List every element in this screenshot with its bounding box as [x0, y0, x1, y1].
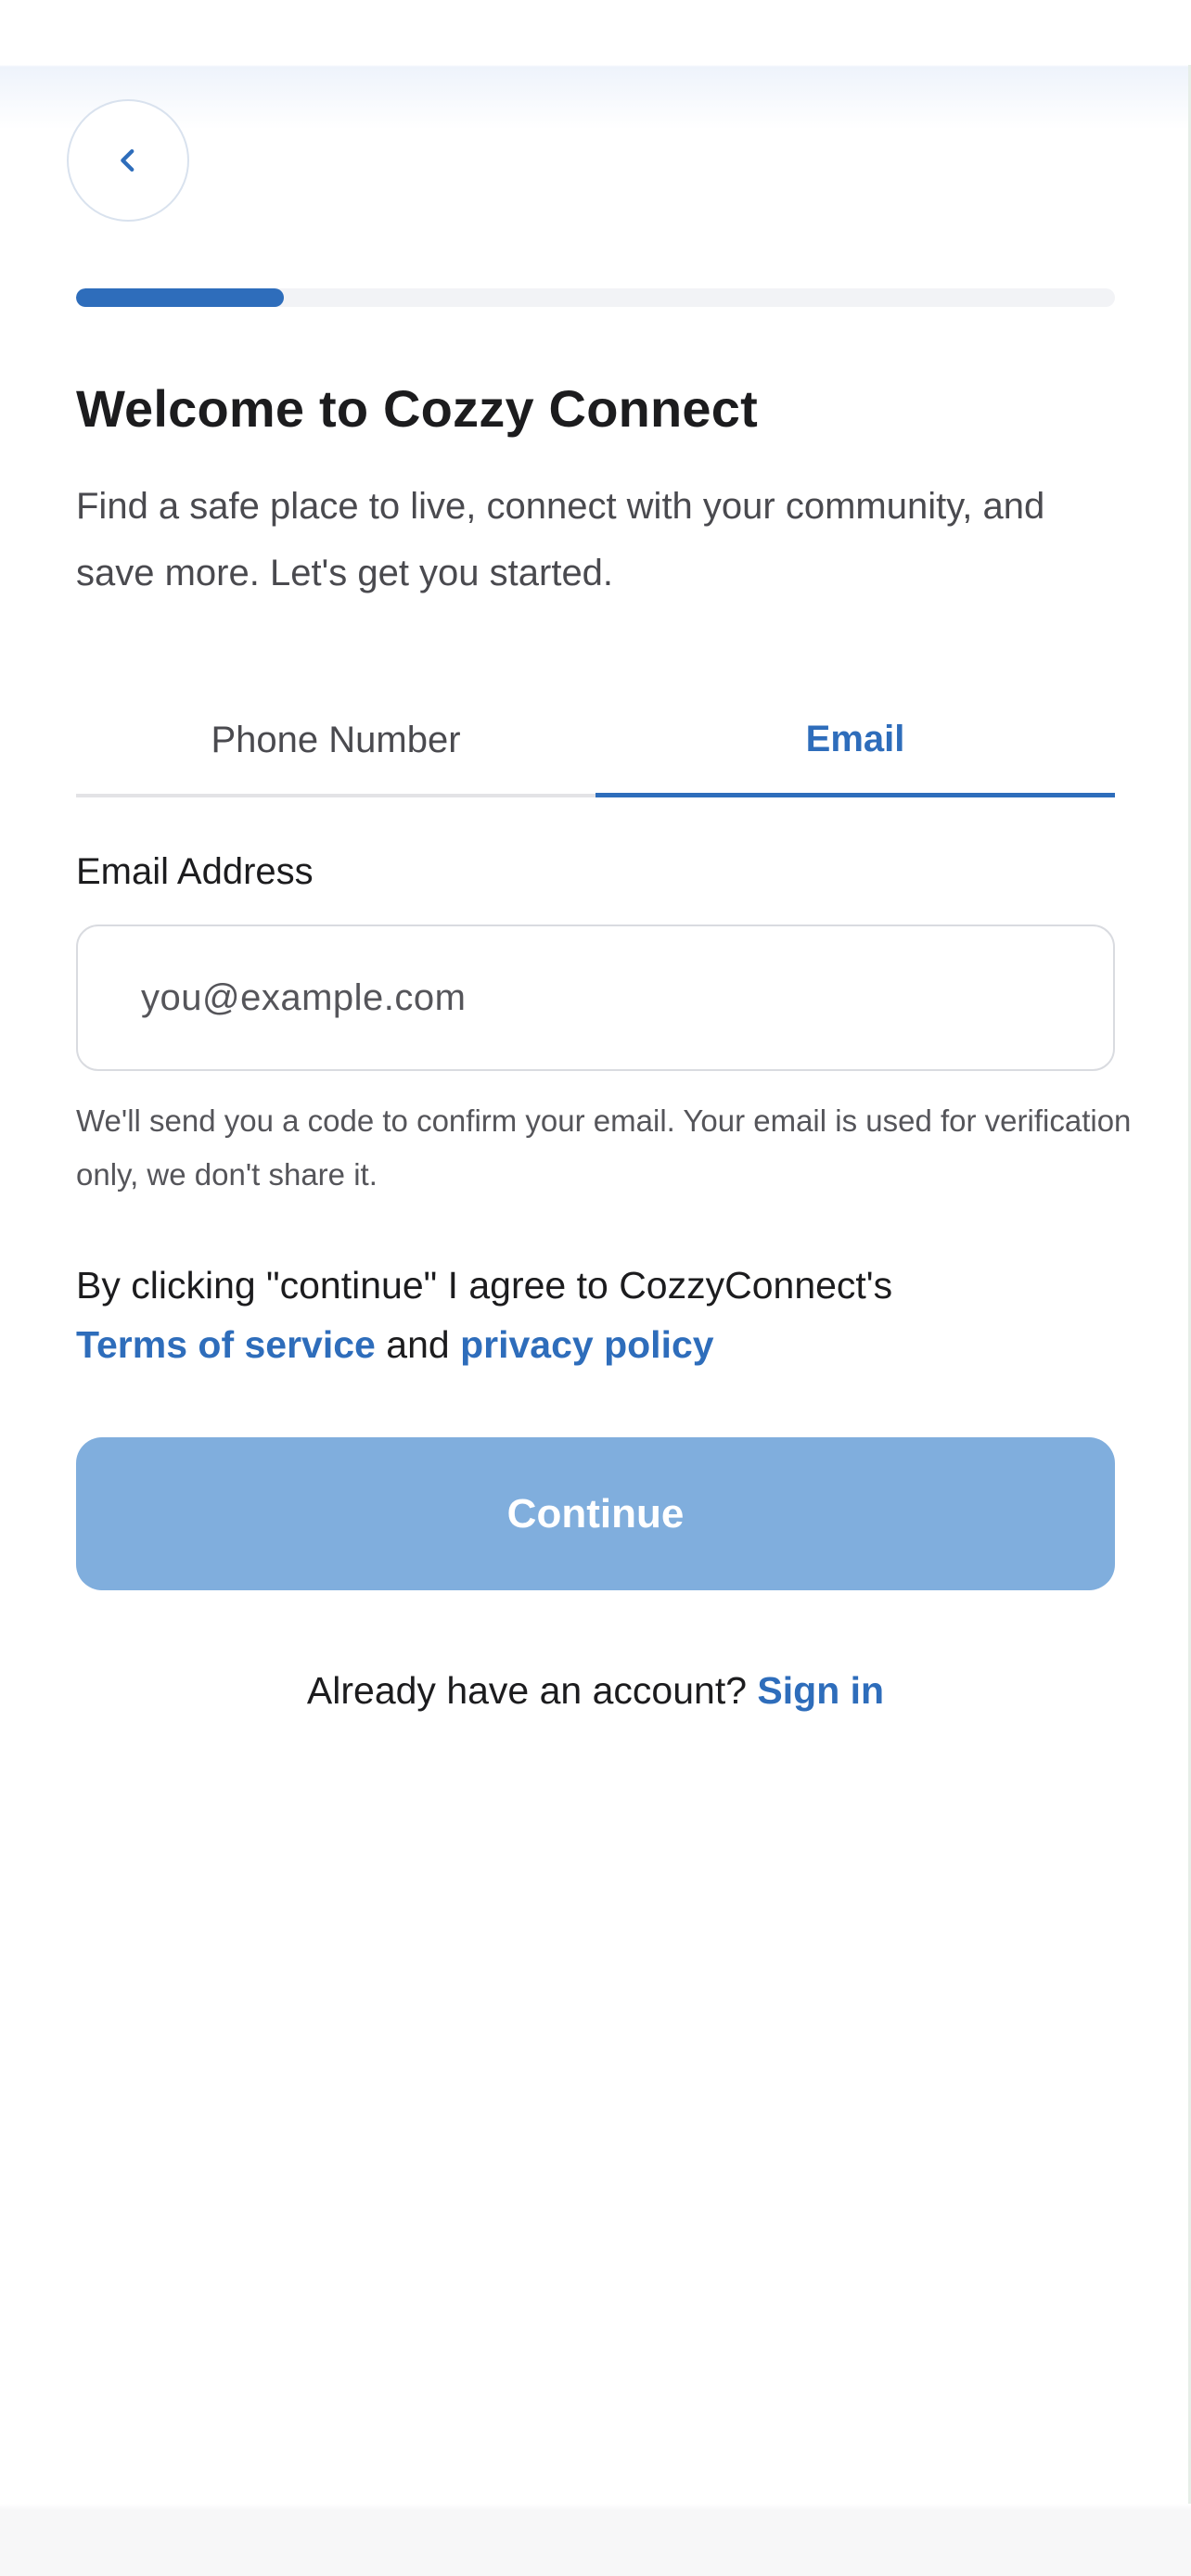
terms-of-service-link[interactable]: Terms of service [76, 1323, 376, 1366]
signup-screen: Welcome to Cozzy Connect Find a safe pla… [0, 0, 1191, 2576]
email-field-label: Email Address [76, 851, 314, 892]
page-title: Welcome to Cozzy Connect [76, 379, 758, 438]
signin-prompt-text: Already have an account? [306, 1669, 748, 1712]
progress-bar-fill [76, 288, 284, 307]
page-subtitle: Find a safe place to live, connect with … [76, 486, 1045, 593]
email-helper-text: We'll send you a code to confirm your em… [76, 1103, 1132, 1192]
continue-button[interactable]: Continue [76, 1437, 1115, 1590]
tab-email[interactable]: Email [596, 686, 1115, 797]
signin-prompt-row: Already have an account? Sign in [0, 1669, 1191, 1713]
email-field[interactable] [139, 976, 1113, 1020]
terms-agreement: By clicking "continue" I agree to CozzyC… [76, 1256, 1133, 1374]
email-field-container [76, 925, 1115, 1071]
chevron-left-icon [121, 148, 134, 172]
sign-in-link[interactable]: Sign in [757, 1669, 884, 1712]
privacy-policy-link[interactable]: privacy policy [460, 1323, 713, 1366]
progress-bar [76, 288, 1115, 307]
signup-method-tabs: Phone Number Email [76, 686, 1115, 797]
agreement-conjunction: and [386, 1323, 450, 1366]
agreement-text: By clicking "continue" I agree to CozzyC… [76, 1264, 893, 1307]
tab-phone-number[interactable]: Phone Number [76, 686, 596, 797]
back-button[interactable] [67, 99, 189, 222]
